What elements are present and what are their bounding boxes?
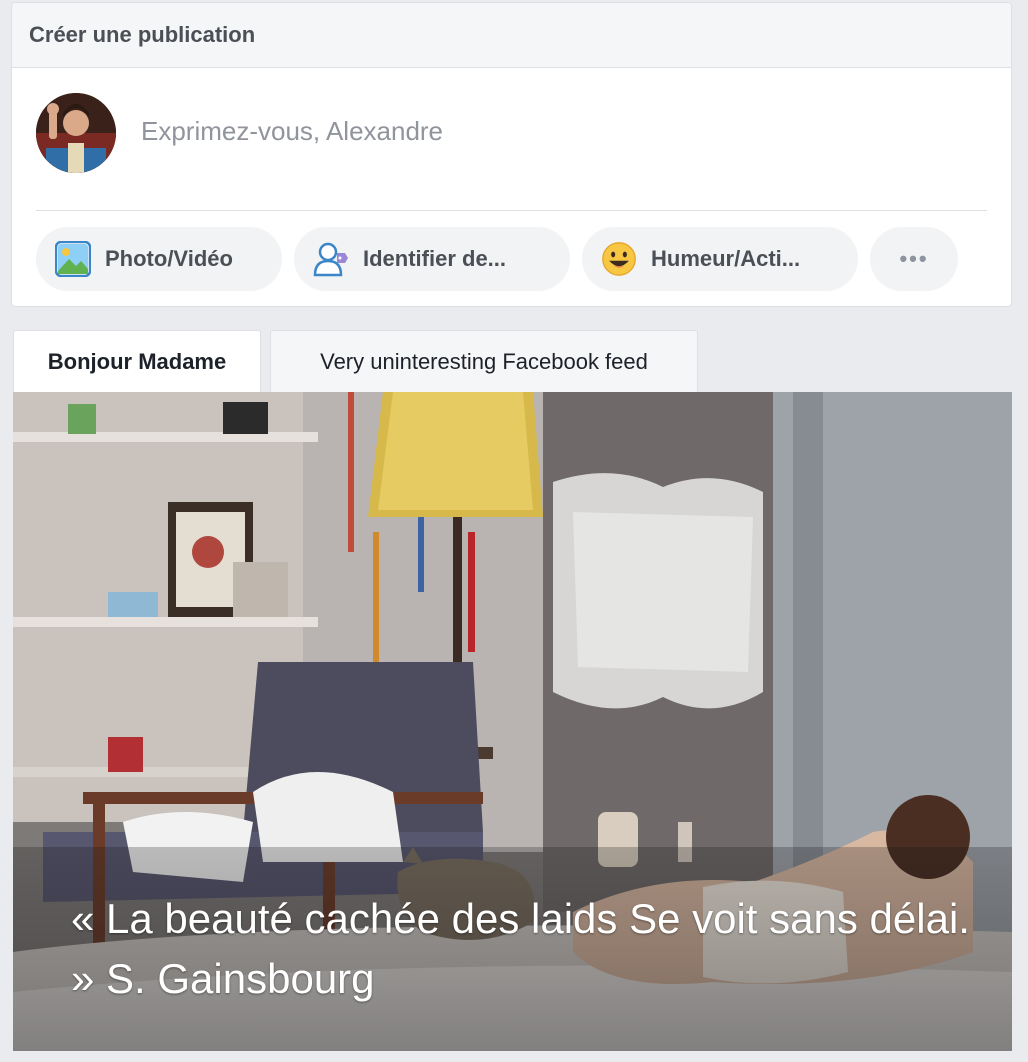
composer-actions: Photo/Vidéo Identifier de... Humeur/Acti… [36,227,958,291]
photo-icon [55,241,91,277]
post-image[interactable]: « La beauté cachée des laids Se voit san… [13,392,1012,1051]
tab-bar: Bonjour Madame Very uninteresting Facebo… [13,330,698,392]
feeling-activity-label: Humeur/Acti... [651,246,801,271]
post-input[interactable]: Exprimez-vous, Alexandre [141,116,443,147]
divider [36,210,987,211]
post-caption: « La beauté cachée des laids Se voit san… [71,895,970,1002]
photo-video-label: Photo/Vidéo [105,246,233,271]
more-icon: ••• [899,246,929,271]
tab-bonjour-madame[interactable]: Bonjour Madame [13,330,261,392]
feeling-activity-button[interactable]: Humeur/Acti... [582,227,858,291]
avatar[interactable] [36,93,116,173]
more-options-button[interactable]: ••• [870,227,958,291]
tag-people-button[interactable]: Identifier de... [294,227,570,291]
tag-people-label: Identifier de... [363,246,507,271]
create-post-title: Créer une publication [12,3,1011,68]
tab-facebook-feed[interactable]: Very uninteresting Facebook feed [270,330,698,392]
photo-video-button[interactable]: Photo/Vidéo [36,227,282,291]
tag-people-icon [313,241,349,277]
create-post-card: Créer une publication Exprimez-vous, Ale… [11,2,1012,307]
smiley-icon [601,241,637,277]
post-input-row[interactable]: Exprimez-vous, Alexandre [12,68,1011,198]
